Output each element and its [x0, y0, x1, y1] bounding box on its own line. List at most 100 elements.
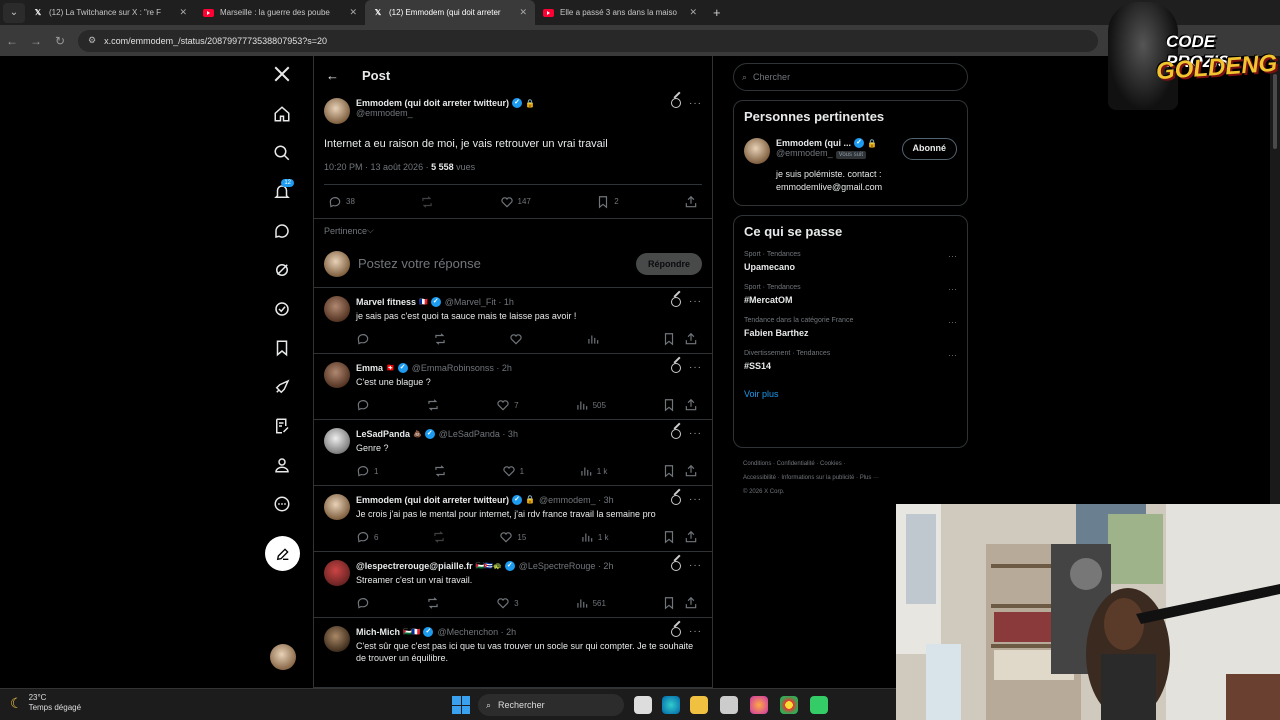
share-button[interactable] [684, 195, 698, 209]
account-avatar[interactable] [270, 644, 296, 670]
views-button[interactable]: 1 k [579, 464, 607, 478]
reply-button[interactable] [356, 398, 370, 412]
trend-item[interactable]: Tendance dans la catégorie France Fabien … [744, 317, 957, 338]
more-options-icon[interactable]: ··· [689, 626, 702, 637]
compose-post-button[interactable] [265, 536, 300, 571]
repost-button[interactable] [433, 332, 447, 346]
more-options-icon[interactable]: ··· [689, 98, 702, 109]
tab-search-button[interactable]: ⌄ [3, 2, 25, 23]
share-button[interactable] [684, 398, 698, 412]
x-logo-icon[interactable] [270, 62, 294, 86]
home-icon[interactable] [270, 102, 294, 126]
grok-icon[interactable] [671, 428, 681, 439]
trend-item[interactable]: Sport · Tendances Upamecano ··· [744, 251, 957, 272]
author-name[interactable]: Emmodem (qui doit arreter twitteur) ✓ 🔒 [356, 494, 535, 505]
more-options-icon[interactable]: ··· [689, 494, 702, 505]
more-options-icon[interactable]: ··· [689, 362, 702, 373]
profile-icon[interactable] [270, 453, 294, 477]
reply-tweet[interactable]: @lespectrerouge@piaille.fr 🇵🇸🇨🇺🐢 ✓ @LeSpec… [314, 552, 712, 618]
reply-button[interactable] [356, 332, 370, 346]
views-button[interactable]: 561 [575, 596, 606, 610]
avatar[interactable] [324, 296, 350, 322]
grok-icon[interactable] [671, 296, 681, 307]
browser-tab[interactable]: Elle a passé 3 ans dans la maiso ✕ [535, 0, 705, 25]
more-icon[interactable] [270, 492, 294, 516]
repost-button[interactable] [433, 464, 447, 478]
reply-button[interactable]: 6 [356, 530, 378, 544]
close-icon[interactable]: ✕ [689, 7, 697, 18]
share-button[interactable] [684, 332, 698, 346]
more-options-icon[interactable]: ··· [689, 428, 702, 439]
avatar[interactable] [324, 626, 350, 652]
avatar[interactable] [324, 98, 350, 124]
browser-tab[interactable]: 𝕏 (12) La Twitchance sur X : "re F ✕ [25, 0, 195, 25]
views-button[interactable]: 505 [575, 398, 606, 412]
reply-input[interactable]: Postez votre réponse [358, 256, 636, 271]
repost-button[interactable] [420, 195, 434, 209]
author-name[interactable]: Emma 🇨🇭 ✓ [356, 362, 408, 373]
lists-icon[interactable] [270, 414, 294, 438]
taskbar-search[interactable]: ⌕ Rechercher [478, 694, 624, 716]
grok-icon[interactable] [671, 494, 681, 505]
avatar[interactable] [324, 362, 350, 388]
reply-submit-button[interactable]: Répondre [635, 252, 702, 275]
repost-button[interactable] [426, 596, 440, 610]
search-input[interactable]: ⌕ Chercher [733, 63, 968, 91]
like-button[interactable]: 1 [502, 464, 524, 478]
task-view-icon[interactable] [634, 696, 652, 714]
reply-button[interactable] [356, 596, 370, 610]
like-button[interactable]: 3 [496, 596, 519, 610]
views-button[interactable] [586, 332, 600, 346]
grok-icon[interactable] [671, 560, 681, 571]
verified-icon[interactable] [270, 297, 294, 321]
author-name[interactable]: @lespectrerouge@piaille.fr 🇵🇸🇨🇺🐢 ✓ [356, 560, 515, 571]
reply-tweet[interactable]: Emmodem (qui doit arreter twitteur) ✓ 🔒 @e… [314, 486, 712, 552]
more-options-icon[interactable]: ··· [689, 296, 702, 307]
close-icon[interactable]: ✕ [349, 7, 357, 18]
reply-button[interactable]: 1 [356, 464, 378, 478]
url-field[interactable]: ⚙ x.com/emmodem_/status/2087997773538807… [78, 29, 1098, 52]
share-button[interactable] [684, 596, 698, 610]
more-options-icon[interactable]: ··· [948, 284, 957, 305]
avatar[interactable] [324, 428, 350, 454]
see-more-link[interactable]: Voir plus [744, 389, 957, 399]
reply-tweet[interactable]: Marvel fitness 🇫🇷 ✓ @Marvel_Fit · 1h ··· j… [314, 288, 712, 354]
grok-icon[interactable] [270, 258, 294, 282]
notifications-icon[interactable]: 12 [270, 179, 294, 204]
sort-dropdown[interactable]: Pertinence ⌵ [314, 218, 712, 240]
reply-tweet[interactable]: LeSadPanda 💩 ✓ @LeSadPanda · 3h ··· Genre … [314, 420, 712, 486]
share-button[interactable] [684, 530, 698, 544]
reply-button[interactable]: 38 [328, 195, 355, 209]
more-options-icon[interactable]: ··· [948, 350, 957, 371]
bookmark-button[interactable] [662, 530, 676, 544]
bookmark-button[interactable] [662, 596, 676, 610]
bookmark-button[interactable] [662, 332, 676, 346]
following-button[interactable]: Abonné [901, 138, 957, 160]
like-button[interactable] [509, 332, 523, 346]
avatar[interactable] [744, 138, 770, 164]
author-name[interactable]: LeSadPanda 💩 ✓ [356, 428, 435, 439]
site-info-icon[interactable]: ⚙ [88, 35, 96, 46]
back-arrow-icon[interactable]: ← [326, 68, 362, 83]
like-button[interactable]: 7 [496, 398, 519, 412]
grok-icon[interactable] [671, 98, 681, 108]
bookmarks-icon[interactable] [270, 336, 294, 360]
avatar[interactable] [324, 560, 350, 586]
close-icon[interactable]: ✕ [179, 7, 187, 18]
like-button[interactable]: 15 [499, 530, 526, 544]
bookmark-button[interactable]: 2 [596, 195, 619, 209]
reply-tweet[interactable]: Emma 🇨🇭 ✓ @EmmaRobinsonss · 2h ··· C'est u… [314, 354, 712, 420]
more-options-icon[interactable]: ··· [948, 251, 957, 272]
author-handle[interactable]: @emmodem_ [356, 108, 671, 118]
author-name[interactable]: Emmodem (qui doit arreter twitteur) ✓ 🔒 [356, 98, 671, 108]
bookmark-button[interactable] [662, 464, 676, 478]
like-button[interactable]: 147 [500, 195, 531, 209]
chrome-icon[interactable] [780, 696, 798, 714]
grok-icon[interactable] [671, 362, 681, 373]
avatar[interactable] [324, 494, 350, 520]
author-name[interactable]: Marvel fitness 🇫🇷 ✓ [356, 296, 441, 307]
person-name[interactable]: Emmodem (qui ... ✓ 🔒 [776, 138, 902, 148]
messages-icon[interactable] [270, 219, 294, 243]
repost-button[interactable] [432, 530, 446, 544]
reply-tweet[interactable]: Mich-Mich 🇵🇸🇫🇷 ✓ @Mechenchon · 2h ··· C'es… [314, 618, 712, 688]
